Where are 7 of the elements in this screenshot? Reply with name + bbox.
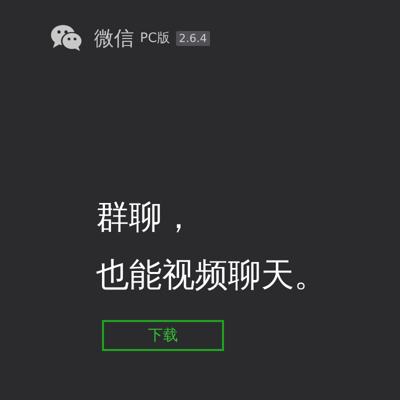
download-button[interactable]: 下载 xyxy=(102,320,224,351)
edition-label: PC版 xyxy=(140,30,170,47)
headline-text: 群聊， xyxy=(96,196,195,238)
chat-bubbles-icon xyxy=(50,24,84,52)
headline-text: 也能视频聊天。 xyxy=(96,254,327,296)
app-name: 微信 xyxy=(94,24,134,52)
version-badge: 2.6.4 xyxy=(176,30,210,46)
